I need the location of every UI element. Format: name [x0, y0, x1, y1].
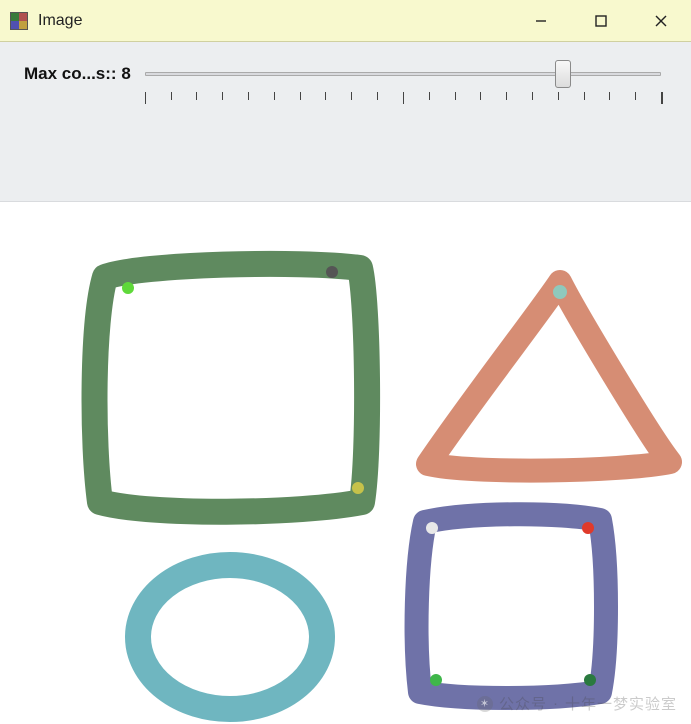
window-title: Image	[38, 12, 82, 30]
trackbar-row: Max co...s:: 8	[24, 60, 667, 88]
shape-orange-triangle	[428, 282, 670, 471]
wechat-icon: ✶	[477, 696, 493, 712]
window-controls	[511, 0, 691, 41]
image-canvas: ✶ 公众号 · 十年一梦实验室	[0, 202, 691, 724]
shape-blue-square	[417, 514, 606, 698]
watermark-label: 公众号	[499, 693, 547, 714]
toolbar: Max co...s:: 8	[0, 42, 691, 202]
trackbar-value: 8	[121, 64, 130, 83]
watermark-text: 十年一梦实验室	[565, 693, 677, 714]
slider-track	[145, 72, 661, 76]
close-button[interactable]	[631, 0, 691, 41]
minimize-button[interactable]	[511, 0, 571, 41]
slider-ticks	[145, 92, 661, 106]
app-icon	[10, 12, 28, 30]
trackbar-label: Max co...s:: 8	[24, 64, 131, 84]
window-titlebar: Image	[0, 0, 691, 42]
shape-teal-circle	[138, 565, 322, 709]
maximize-button[interactable]	[571, 0, 631, 41]
max-corners-slider[interactable]	[145, 62, 667, 88]
slider-thumb[interactable]	[555, 60, 571, 88]
watermark: ✶ 公众号 · 十年一梦实验室	[477, 693, 677, 714]
shapes-svg	[0, 202, 691, 724]
shape-green-square	[95, 264, 368, 512]
